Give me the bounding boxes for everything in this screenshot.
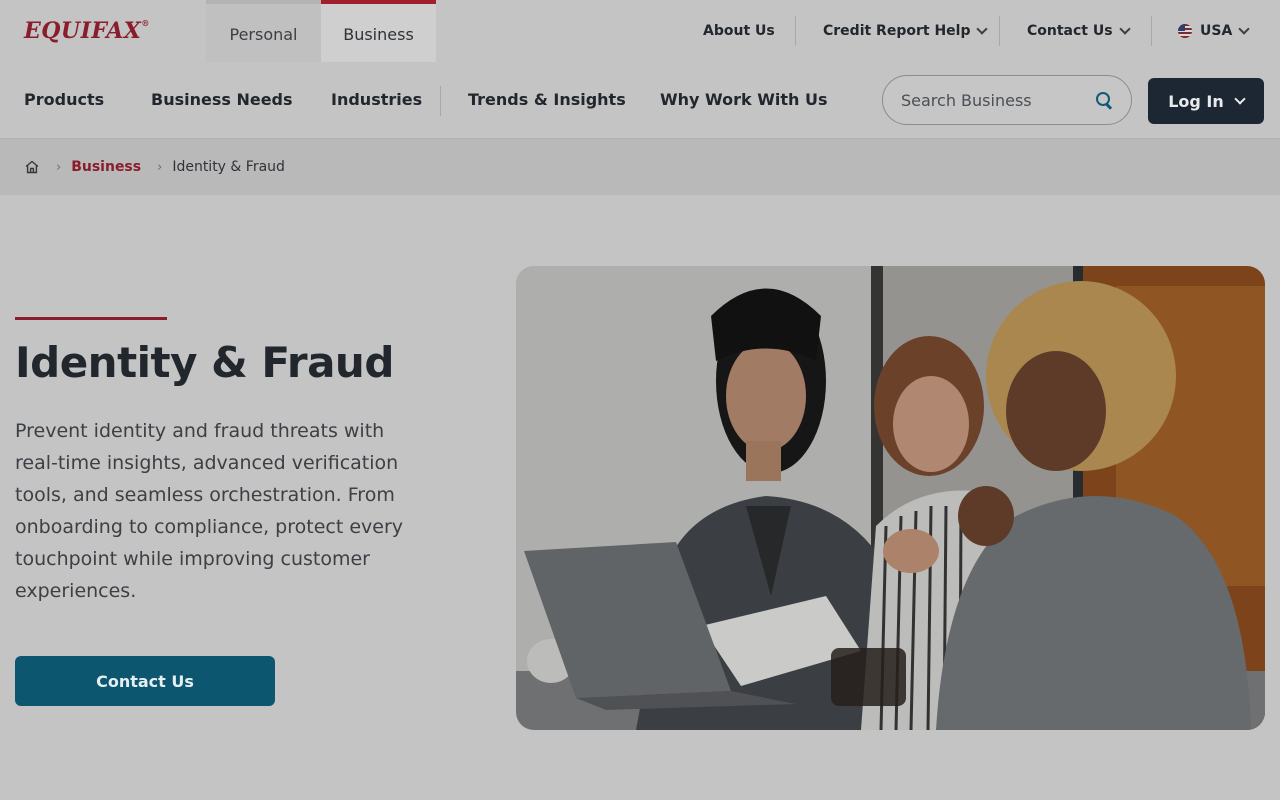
contact-us-button[interactable]: Contact Us [15,656,275,706]
nav-item-business-needs[interactable]: Business Needs [151,90,293,109]
top-bar: EQUIFAX® Personal Business About Us Cred… [0,0,1280,62]
hero-accent-line [15,317,167,320]
main-nav: Products Business Needs Industries Trend… [0,62,1280,139]
equifax-logo[interactable]: EQUIFAX® [24,18,150,44]
us-flag-icon [1178,24,1192,38]
hero-photo [516,266,1265,730]
country-selector[interactable]: USA [1178,16,1250,46]
search-input[interactable] [901,90,1095,110]
tab-business[interactable]: Business [321,0,436,62]
credit-report-help-menu[interactable]: Credit Report Help [823,16,989,46]
utility-divider [999,16,1000,46]
breadcrumb-current: Identity & Fraud [172,159,285,175]
chevron-down-icon [1238,22,1250,35]
chevron-down-icon [1118,22,1131,35]
contact-us-menu[interactable]: Contact Us [1027,16,1131,46]
chevron-down-icon [976,22,989,35]
breadcrumb: › Business › Identity & Fraud [0,139,1280,195]
nav-item-industries[interactable]: Industries [331,90,422,109]
about-us-link[interactable]: About Us [703,16,775,46]
nav-item-trends-insights[interactable]: Trends & Insights [468,90,626,109]
breadcrumb-separator: › [157,159,163,175]
search-box [882,75,1132,125]
home-icon[interactable] [24,159,40,175]
nav-item-why-work-with-us[interactable]: Why Work With Us [660,90,827,109]
login-button[interactable]: Log In [1148,78,1264,124]
nav-divider [440,86,441,116]
nav-item-products[interactable]: Products [24,90,104,109]
utility-divider [1151,16,1152,46]
utility-divider [795,16,796,46]
page-title: Identity & Fraud [15,338,394,387]
search-icon[interactable] [1095,91,1113,109]
tab-personal[interactable]: Personal [206,0,321,62]
chevron-down-icon [1234,92,1246,105]
hero-description: Prevent identity and fraud threats with … [15,420,403,602]
breadcrumb-separator: › [56,159,62,175]
breadcrumb-business-link[interactable]: Business [71,159,141,175]
